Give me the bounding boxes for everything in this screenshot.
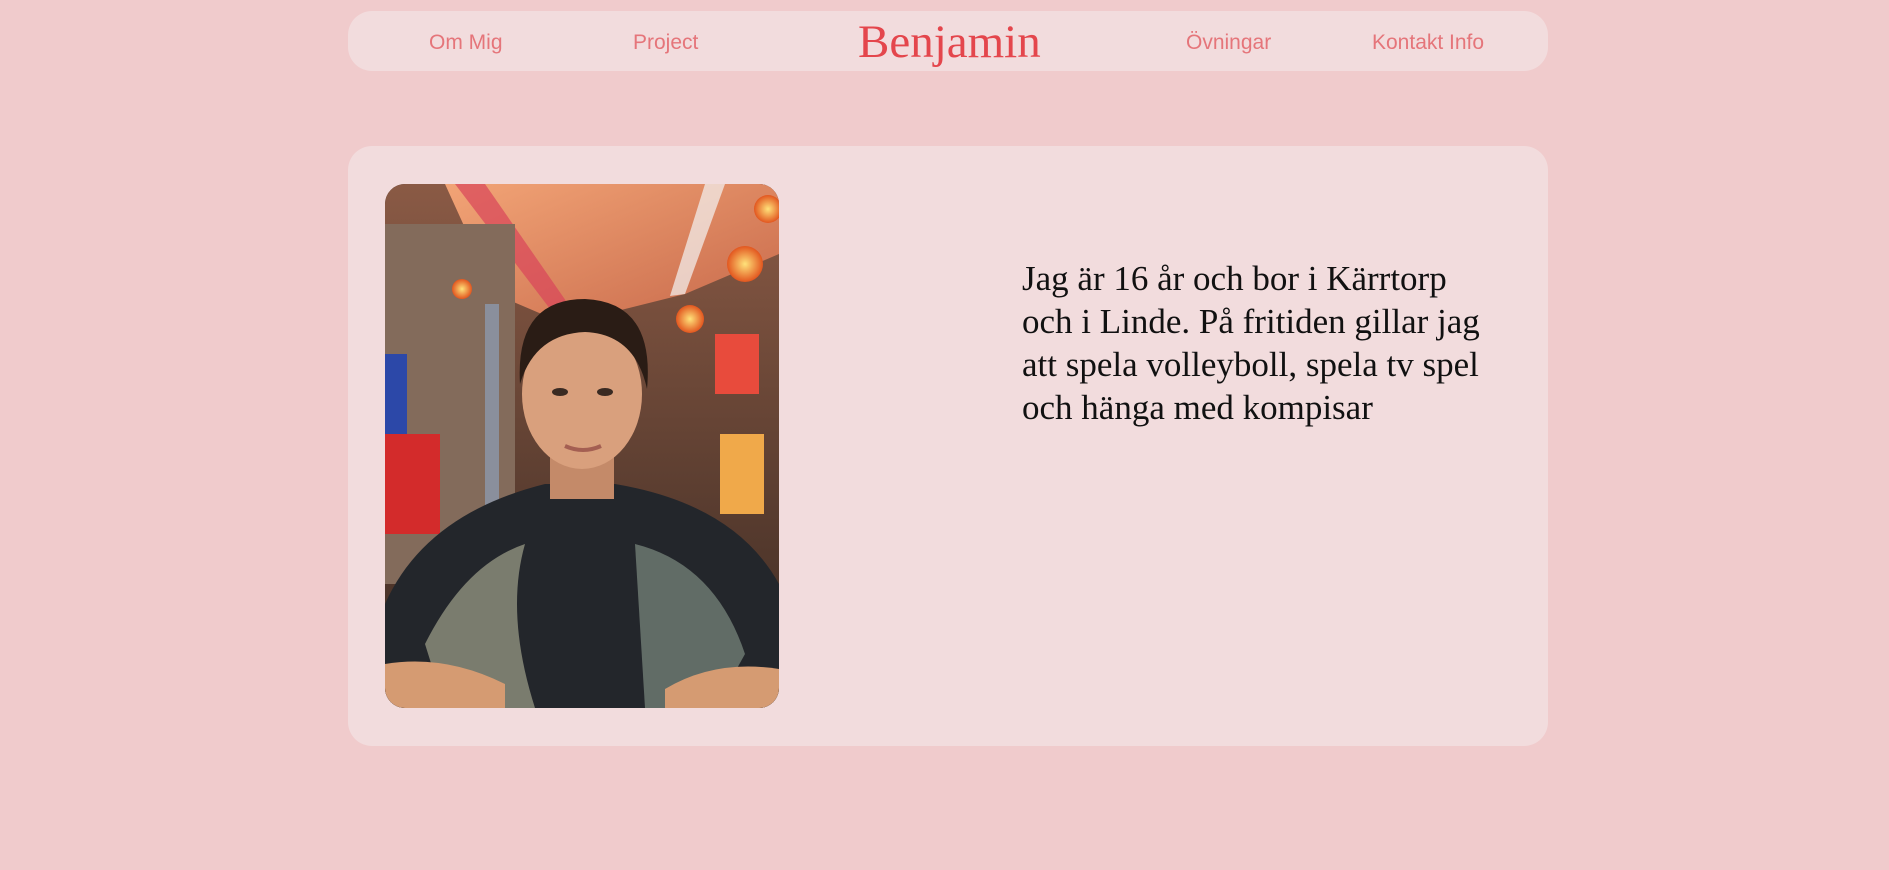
top-navigation: Om Mig Project Benjamin Övningar Kontakt… (348, 11, 1548, 71)
nav-link-ovningar[interactable]: Övningar (1186, 11, 1271, 71)
about-card: Jag är 16 år och bor i Kärrtorp och i Li… (348, 146, 1548, 746)
bio-text: Jag är 16 år och bor i Kärrtorp och i Li… (1022, 259, 1480, 427)
nav-link-kontakt-info[interactable]: Kontakt Info (1372, 11, 1484, 71)
profile-photo-illustration (385, 184, 779, 708)
nav-link-project[interactable]: Project (633, 11, 698, 71)
nav-link-om-mig[interactable]: Om Mig (429, 11, 503, 71)
site-title: Benjamin (858, 16, 1041, 68)
profile-photo (385, 184, 779, 708)
